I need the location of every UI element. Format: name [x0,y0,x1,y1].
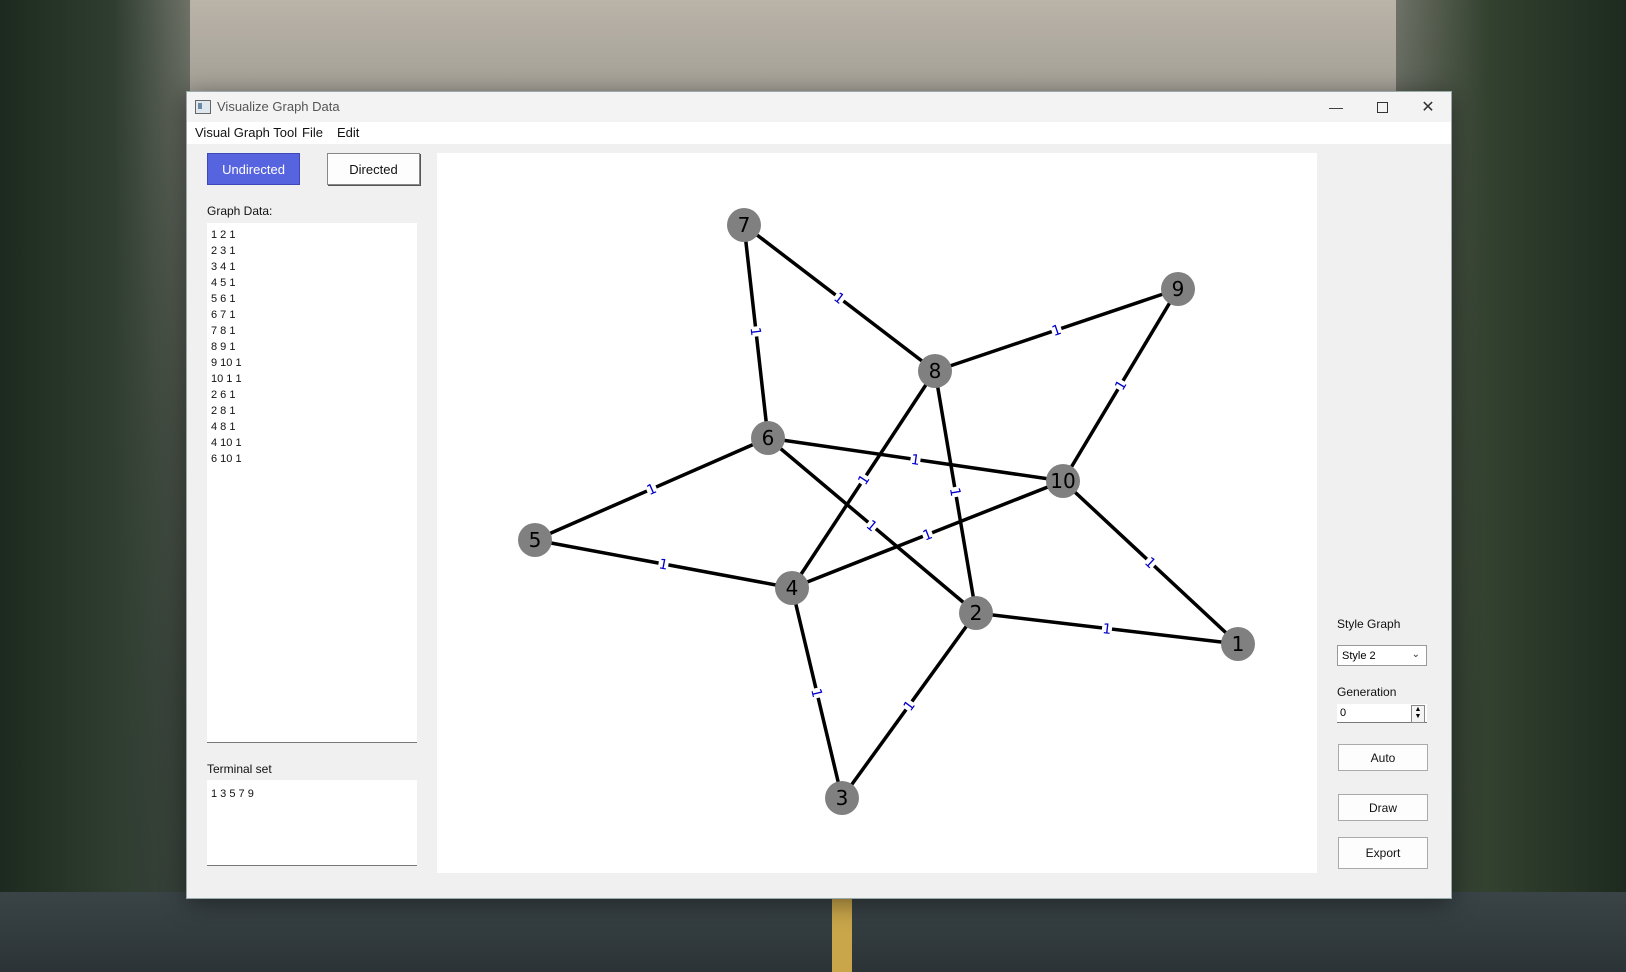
graph-data-label: Graph Data: [207,204,273,218]
minimize-button[interactable]: — [1313,92,1359,122]
minimize-icon: — [1329,99,1343,115]
graph-data-line: 3 4 1 [211,261,236,273]
terminal-set-value: 1 3 5 7 9 [211,788,254,800]
graph-data-line: 10 1 1 [211,373,242,385]
style-graph-value: Style 2 [1342,649,1376,662]
edge-weight-label-4-5: 1 [657,556,669,573]
style-graph-label: Style Graph [1337,617,1401,631]
title-bar[interactable]: Visualize Graph Data — ✕ [187,92,1451,122]
graph-data-line: 8 9 1 [211,341,236,353]
terminal-set-textarea[interactable]: 1 3 5 7 9 [207,780,417,866]
terminal-set-label: Terminal set [207,762,272,776]
draw-button[interactable]: Draw [1338,794,1428,821]
chevron-down-icon: ⌄ [1411,649,1420,660]
window-title: Visualize Graph Data [217,99,340,114]
background-trees-left [0,0,190,972]
edge-weight-label-6-7: 1 [747,326,764,337]
graph-node-label-7: 7 [738,213,751,237]
graph-data-line: 4 8 1 [211,421,236,433]
graph-data-line: 2 6 1 [211,389,236,401]
graph-data-line: 7 8 1 [211,325,236,337]
graph-node-label-2: 2 [970,601,983,625]
close-button[interactable]: ✕ [1405,92,1451,122]
menu-bar: Visual Graph Tool File Edit [187,122,1451,144]
graph-node-label-1: 1 [1232,632,1245,656]
maximize-button[interactable] [1359,92,1405,122]
directed-button[interactable]: Directed [327,153,420,185]
app-icon [195,100,211,114]
graph-data-line: 6 10 1 [211,453,242,465]
spin-arrows-icon[interactable]: ▲ ▼ [1411,705,1425,723]
generation-spinbox[interactable]: 0 ▲ ▼ [1337,704,1427,723]
graph-node-label-5: 5 [529,528,542,552]
edge-weight-label-3-4: 1 [807,687,825,699]
graph-node-label-3: 3 [836,786,849,810]
menu-file[interactable]: File [302,125,323,140]
graph-data-line: 4 10 1 [211,437,242,449]
generation-value: 0 [1340,707,1347,719]
background-road [0,892,1626,972]
auto-button[interactable]: Auto [1338,744,1428,771]
style-graph-select[interactable]: Style 2 ⌄ [1337,645,1427,666]
graph-node-label-8: 8 [929,359,942,383]
graph-node-label-4: 4 [786,576,799,600]
graph-data-line: 5 6 1 [211,293,236,305]
undirected-button[interactable]: Undirected [207,153,300,185]
maximize-icon [1376,101,1388,113]
generation-label: Generation [1337,685,1397,699]
graph-data-line: 2 3 1 [211,245,236,257]
graph-data-line: 1 2 1 [211,229,236,241]
graph-data-textarea[interactable]: 1 2 1 2 3 1 3 4 1 4 5 1 5 6 1 6 7 1 7 8 1 8 9 1… [207,223,417,743]
background-road-line [832,892,852,972]
graph-node-label-9: 9 [1172,277,1185,301]
graph-canvas[interactable]: 1 1 1 1 1 1 1 1 1 1 1 1 1 1 1 1 2 3 4 5 6 7 8 9 10 [437,153,1317,873]
graph-data-line: 2 8 1 [211,405,236,417]
app-window: Visualize Graph Data — ✕ Visual Graph To… [186,91,1452,899]
menu-visual-graph-tool[interactable]: Visual Graph Tool [195,125,297,140]
export-button[interactable]: Export [1338,837,1428,869]
graph-data-line: 6 7 1 [211,309,236,321]
graph-node-label-10: 10 [1050,469,1075,493]
graph-data-line: 4 5 1 [211,277,236,289]
graph-svg: 11111111111111112345678910 [518,208,1255,815]
graph-node-label-6: 6 [762,426,775,450]
close-icon: ✕ [1421,99,1435,116]
graph-data-line: 9 10 1 [211,357,242,369]
edge-weight-label-1-2: 1 [1102,621,1113,638]
menu-edit[interactable]: Edit [337,125,359,140]
